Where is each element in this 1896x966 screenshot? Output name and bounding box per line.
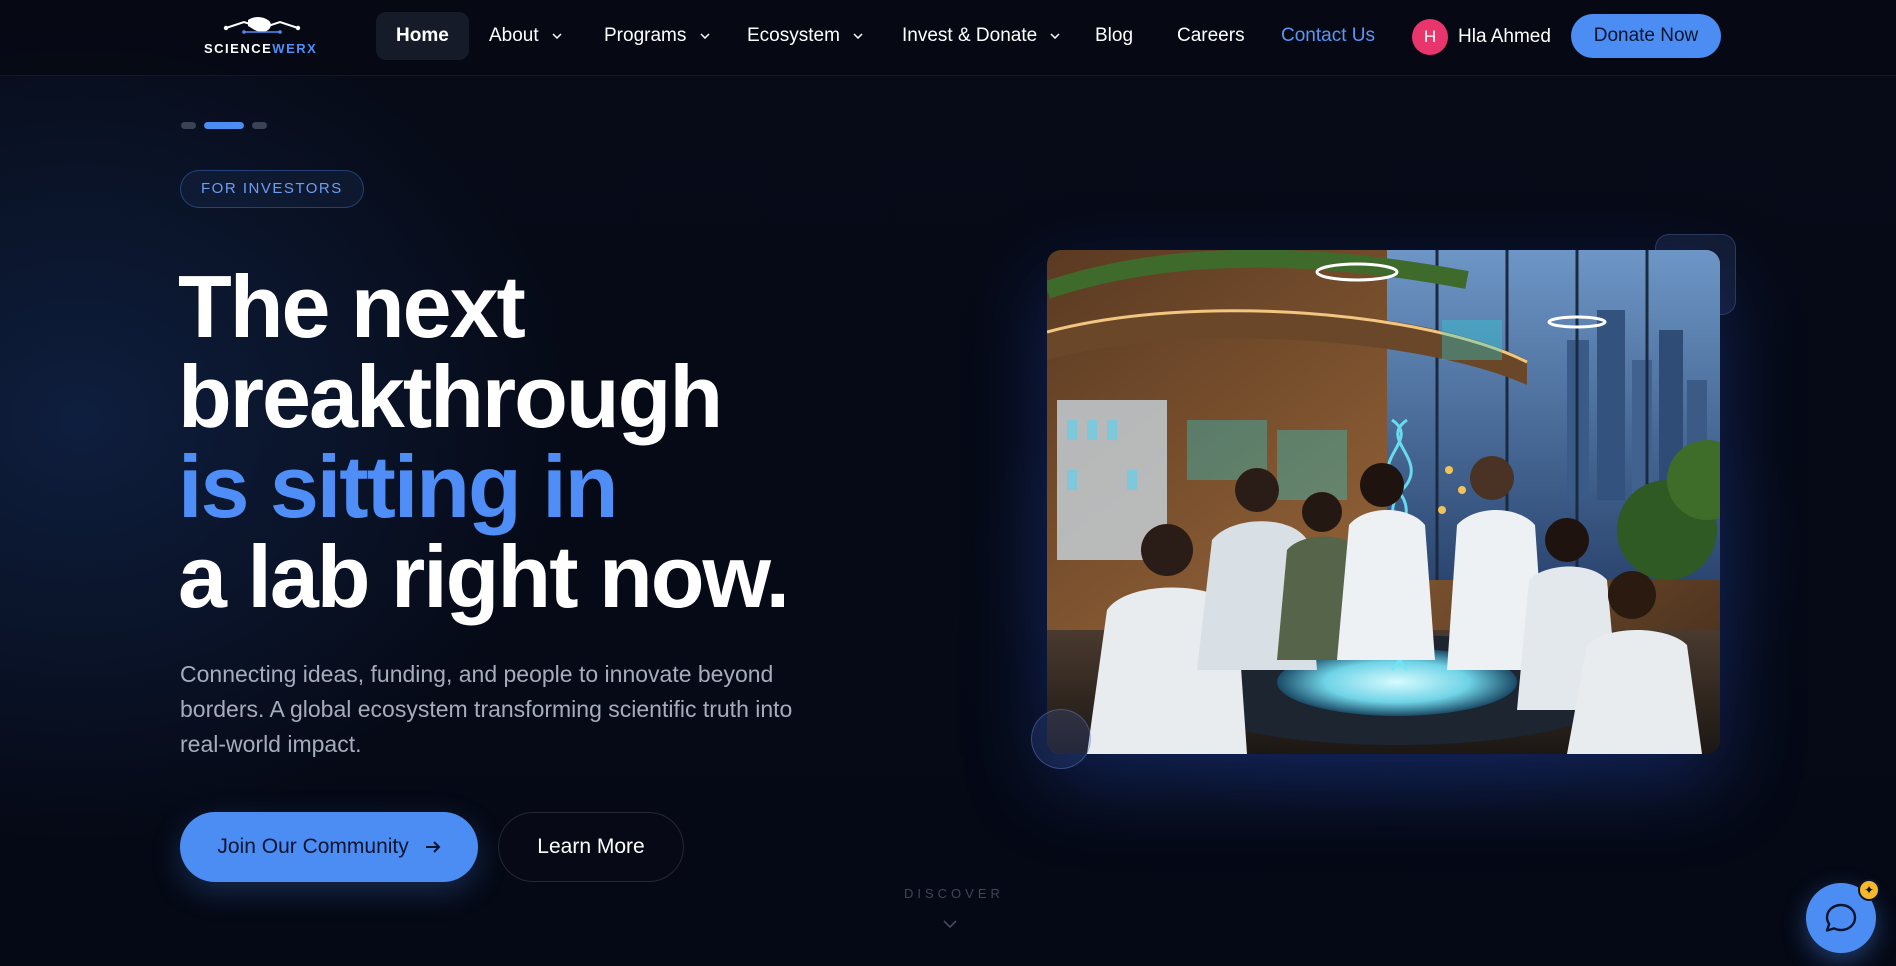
chevron-down-icon bbox=[853, 33, 863, 39]
top-navbar: SCIENCEWERX Home About Programs Ecosyste… bbox=[0, 0, 1896, 76]
nav-ecosystem-label: Ecosystem bbox=[747, 25, 840, 46]
nav-contact-us-label: Contact Us bbox=[1281, 25, 1375, 46]
nav-programs-label: Programs bbox=[604, 25, 687, 46]
decorative-circle bbox=[1031, 709, 1091, 769]
user-name: Hla Ahmed bbox=[1458, 26, 1551, 47]
avatar: H bbox=[1412, 19, 1448, 55]
lab-scene-illustration bbox=[1047, 250, 1720, 754]
sparkle-icon: ✦ bbox=[1858, 879, 1880, 901]
audience-badge: FOR INVESTORS bbox=[180, 170, 364, 208]
headline-line-4: a lab right now. bbox=[178, 527, 790, 626]
join-community-button[interactable]: Join Our Community bbox=[180, 812, 478, 882]
logo-text-accent: WERX bbox=[272, 41, 318, 56]
nav-blog[interactable]: Blog bbox=[1095, 12, 1133, 60]
chevron-down-icon[interactable] bbox=[943, 920, 957, 929]
headline-line-2: breakthrough bbox=[178, 347, 723, 446]
learn-more-button[interactable]: Learn More bbox=[498, 812, 684, 882]
nav-invest-donate-label: Invest & Donate bbox=[902, 25, 1038, 46]
hero-headline: The next breakthrough is sitting in a la… bbox=[178, 262, 878, 622]
discover-label: DISCOVER bbox=[904, 886, 1004, 901]
nav-home-label: Home bbox=[396, 25, 449, 46]
donate-now-button[interactable]: Donate Now bbox=[1571, 14, 1721, 58]
nav-careers-label: Careers bbox=[1177, 25, 1245, 46]
nav-about-label: About bbox=[489, 25, 539, 46]
headline-line-1: The next bbox=[178, 257, 526, 356]
sciencewerx-logo[interactable]: SCIENCEWERX bbox=[204, 14, 320, 58]
nav-programs[interactable]: Programs bbox=[604, 12, 710, 60]
headline-line-3-highlight: is sitting in bbox=[178, 437, 618, 536]
arrow-right-icon bbox=[425, 841, 441, 854]
logo-wordmark: SCIENCEWERX bbox=[204, 41, 317, 56]
user-menu[interactable]: H Hla Ahmed bbox=[1412, 19, 1551, 55]
hero-subtext: Connecting ideas, funding, and people to… bbox=[180, 661, 793, 757]
nav-blog-label: Blog bbox=[1095, 25, 1134, 46]
handshake-logo-icon bbox=[223, 17, 301, 34]
nav-home[interactable]: Home bbox=[376, 12, 469, 60]
nav-careers[interactable]: Careers bbox=[1177, 12, 1245, 60]
hero-lab-image bbox=[1047, 250, 1720, 754]
chevron-down-icon bbox=[1050, 33, 1061, 39]
join-community-label: Join Our Community bbox=[217, 835, 409, 858]
slider-indicators bbox=[181, 122, 267, 129]
slider-dot-2-active[interactable] bbox=[204, 122, 244, 129]
nav-about[interactable]: About bbox=[489, 12, 562, 60]
slider-dot-1[interactable] bbox=[181, 122, 196, 129]
nav-ecosystem[interactable]: Ecosystem bbox=[747, 12, 863, 60]
chevron-down-icon bbox=[552, 33, 562, 39]
nav-contact-us[interactable]: Contact Us bbox=[1281, 12, 1375, 60]
chevron-down-icon bbox=[700, 33, 710, 39]
nav-invest-donate[interactable]: Invest & Donate bbox=[902, 12, 1061, 60]
slider-dot-3[interactable] bbox=[252, 122, 267, 129]
logo-text-main: SCIENCE bbox=[204, 41, 273, 56]
